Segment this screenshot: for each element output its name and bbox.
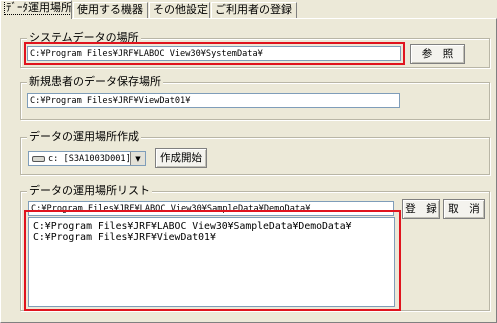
drive-select[interactable]: c: [S3A1003D001] ▼ (28, 151, 146, 166)
browse-button[interactable]: 参 照 (410, 44, 465, 64)
create-start-button[interactable]: 作成開始 (155, 148, 207, 168)
new-patient-path-field[interactable]: C:¥Program Files¥JRF¥ViewDat01¥ (27, 93, 400, 108)
cancel-button[interactable]: 取 消 (443, 199, 485, 219)
new-patient-title: 新規患者のデータ保存場所 (27, 75, 163, 89)
create-location-title: データの運用場所作成 (27, 130, 141, 144)
register-button[interactable]: 登 録 (402, 199, 440, 219)
chevron-down-icon[interactable]: ▼ (130, 152, 145, 165)
tab-devices[interactable]: 使用する機器 (73, 2, 148, 18)
drive-select-value: c: [S3A1003D001] (48, 154, 131, 164)
tab-strip: ﾃﾞｰﾀ運用場所 使用する機器 その他設定 ご利用者の登録 (0, 0, 497, 19)
drive-icon (32, 156, 45, 162)
location-list-highlight (24, 210, 401, 311)
tab-other-settings[interactable]: その他設定 (149, 2, 210, 18)
tab-label: ﾃﾞｰﾀ運用場所 (4, 1, 72, 15)
location-list-title: データの運用場所リスト (27, 184, 152, 198)
system-data-highlight (24, 42, 405, 65)
tab-data-location[interactable]: ﾃﾞｰﾀ運用場所 (0, 0, 72, 19)
tab-user-registration[interactable]: ご利用者の登録 (211, 2, 297, 18)
